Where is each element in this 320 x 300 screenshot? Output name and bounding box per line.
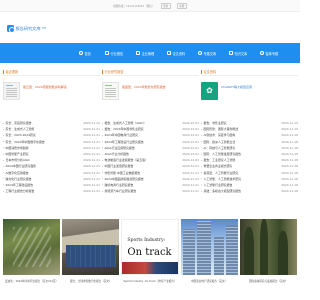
nav-label: 智库专题 (265, 51, 279, 56)
article-list: 报告：零售业研究 2024-11-19 国际形势：国际大事件概述 2024-11-1… (201, 120, 299, 194)
column-heading-text: 最近更新 (5, 70, 19, 74)
login-link[interactable]: 登录 (160, 2, 171, 9)
gallery-card[interactable]: 国际森林研究与发展报告（英文） (239, 219, 297, 289)
paper-icon (167, 51, 171, 55)
nav-item-knowledge[interactable]: 知识文库 (229, 51, 260, 56)
nav-label: 知识文库 (234, 51, 248, 56)
gallery-image[interactable] (239, 219, 297, 275)
column-heading: 行业研究报告 (102, 68, 199, 76)
gallery-card[interactable]: 爱迪生：2024年时尚行业报告（英文214页） (3, 219, 61, 289)
site-logo[interactable]: 报告研究文库 TM (7, 25, 46, 33)
cover-title-line2: On track (127, 247, 172, 258)
chatgpt-logo-icon[interactable]: ✿ (201, 82, 218, 100)
gallery-caption[interactable]: 中国商业地产研究报告（英文） (181, 279, 238, 283)
nav-label: 论文资料 (172, 51, 186, 56)
column-heading-text: 论文资料 (203, 70, 217, 74)
nav-label: 首页 (84, 51, 91, 56)
report-icon (105, 51, 109, 55)
featured-item[interactable]: ✿ ChatGPT等大模型应用 (201, 82, 298, 106)
gallery-image[interactable] (62, 219, 120, 275)
star-icon (198, 51, 202, 55)
featured-title[interactable]: 星座型：2024年数智化研究报告 (122, 82, 166, 106)
latest-updates-column: 最近更新 星云型：2024研报智能资料解读 家长：家庭研究报告 2024-11-2… (3, 68, 100, 194)
article-list: 报告：生成式人工智能（AIGC） 2024-12-01 报告：2024年中国零售业… (102, 120, 200, 194)
nav-item-papers[interactable]: 论文资料 (167, 51, 198, 56)
article-list: 家长：家庭研究报告 2024-11-22 家长：生成式人工智能 2024-11-21… (3, 120, 101, 194)
gallery-image[interactable] (180, 219, 238, 275)
heading-marker (102, 69, 103, 74)
featured-item[interactable]: 星座型：2024年数智化研究报告 (102, 82, 199, 106)
lightbulb-icon (260, 51, 264, 55)
gallery-caption[interactable]: 爱迪生：2024年时尚行业报告（英文214页） (3, 279, 60, 283)
gallery-card[interactable]: 报告：全球零售数字化报告（英文） (62, 219, 120, 289)
register-link[interactable]: 注册 (176, 2, 187, 9)
briefcase-icon (136, 51, 140, 55)
gallery-caption[interactable]: Sports Industry: On track（体育产业报告） (121, 279, 178, 283)
image-gallery: 爱迪生：2024年时尚行业报告（英文214页） 报告：全球零售数字化报告（英文）… (3, 219, 297, 289)
nav-label: 企业管理 (141, 51, 155, 56)
nav-label: 行业报告 (110, 51, 124, 56)
document-thumbnail[interactable] (3, 82, 20, 100)
gallery-caption[interactable]: 报告：全球零售数字化报告（英文） (62, 279, 119, 283)
book-icon (229, 51, 233, 55)
heading-marker (201, 69, 202, 74)
home-icon (79, 51, 83, 55)
nav-item-reports[interactable]: 行业报告 (105, 51, 136, 56)
column-heading: 论文资料 (201, 68, 298, 76)
gallery-caption[interactable]: 国际森林研究与发展报告（英文） (240, 279, 297, 283)
gallery-image[interactable]: Sports Industry: On track (121, 219, 179, 275)
cover-title-line1: Sports Industry: (127, 238, 166, 243)
top-bar: 客服热线：18121118015（微信） 登录 注册 (0, 0, 300, 12)
document-thumbnail[interactable] (102, 82, 119, 100)
heading-marker (3, 69, 4, 74)
industry-reports-column: 行业研究报告 星座型：2024年数智化研究报告 报告：生成式人工智能（AIGC）… (102, 68, 199, 194)
column-heading-text: 行业研究报告 (104, 70, 124, 74)
papers-column: 论文资料 ✿ ChatGPT等大模型应用 报告：零售业研究 2024-11-19 … (201, 68, 298, 194)
featured-title[interactable]: 星云型：2024研报智能资料解读 (23, 82, 67, 106)
gallery-card[interactable]: Sports Industry: On track Sports Industr… (121, 219, 179, 289)
main-nav: 首页 行业报告 企业管理 论文资料 专题文库 知识文库 智库专题 (0, 43, 300, 63)
nav-label: 专题文库 (203, 51, 217, 56)
list-item[interactable]: 工程行业报告分析报告 2024-11-21 (3, 188, 101, 194)
column-heading: 最近更新 (3, 68, 100, 76)
gallery-image[interactable] (3, 219, 61, 275)
gallery-card[interactable]: 中国商业地产研究报告（英文） (180, 219, 238, 289)
logo-text: 报告研究文库 (15, 25, 41, 31)
nav-item-topics[interactable]: 专题文库 (198, 51, 229, 56)
list-item[interactable]: 新能源汽车行业研究报告 2024-11-21 (102, 188, 200, 194)
nav-item-home[interactable]: 首页 (79, 51, 105, 56)
featured-item[interactable]: 星云型：2024研报智能资料解读 (3, 82, 100, 106)
hotline-text: 客服热线：18121118015（微信） (113, 4, 155, 8)
logo-icon (7, 25, 15, 33)
featured-title[interactable]: ChatGPT等大模型应用 (221, 82, 252, 106)
logo-tm: TM (42, 27, 46, 30)
nav-item-management[interactable]: 企业管理 (136, 51, 167, 56)
list-item[interactable]: 基础：多模态大模型研究报告 2024-11-18 (201, 188, 299, 194)
nav-item-think-tank[interactable]: 智库专题 (260, 51, 291, 56)
